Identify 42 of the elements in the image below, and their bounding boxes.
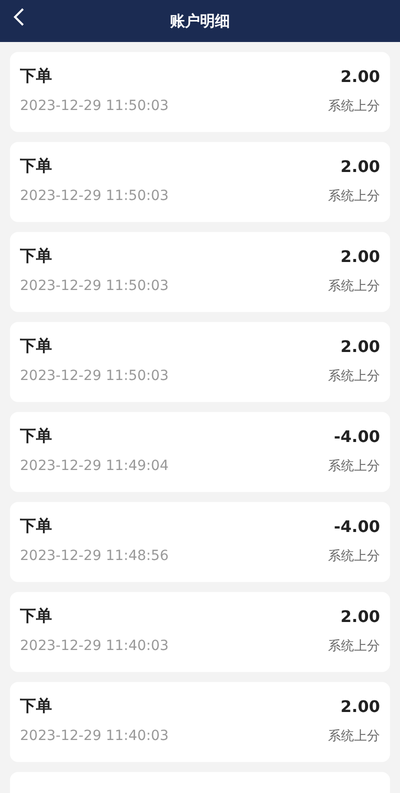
record-type: 下单 xyxy=(20,66,52,87)
record-time: 2023-12-29 11:48:56 xyxy=(20,548,169,564)
record-time: 2023-12-29 11:50:03 xyxy=(20,98,169,114)
record-amount: -4.00 xyxy=(334,427,380,446)
record-time: 2023-12-29 11:40:03 xyxy=(20,728,169,744)
record-card[interactable]: 下单 2.00 2023-12-29 11:50:03 系统上分 xyxy=(10,322,390,402)
record-type: 下单 xyxy=(20,516,52,537)
record-amount: 2.00 xyxy=(340,157,380,176)
record-amount: -4.00 xyxy=(334,517,380,536)
page-title: 账户明细 xyxy=(170,12,230,30)
record-amount: 2.00 xyxy=(340,697,380,716)
back-icon[interactable] xyxy=(12,6,26,28)
record-type: 下单 xyxy=(20,696,52,717)
record-note: 系统上分 xyxy=(328,548,380,565)
record-amount: 2.00 xyxy=(340,67,380,86)
record-note: 系统上分 xyxy=(328,638,380,655)
record-card[interactable]: 下单 2.00 2023-12-29 11:50:03 系统上分 xyxy=(10,52,390,132)
record-type: 下单 xyxy=(20,606,52,627)
record-note: 系统上分 xyxy=(328,98,380,115)
record-note: 系统上分 xyxy=(328,368,380,385)
record-type: 下单 xyxy=(20,426,52,447)
record-amount: 2.00 xyxy=(340,337,380,356)
record-note: 系统上分 xyxy=(328,728,380,745)
record-note: 系统上分 xyxy=(328,188,380,205)
record-note: 系统上分 xyxy=(328,278,380,295)
record-card[interactable]: 下单 2.00 2023-12-29 11:40:03 系统上分 xyxy=(10,592,390,672)
record-card[interactable]: 下单 -4.00 2023-12-29 11:48:56 系统上分 xyxy=(10,502,390,582)
record-note: 系统上分 xyxy=(328,458,380,475)
record-time: 2023-12-29 11:50:03 xyxy=(20,278,169,294)
record-amount: 2.00 xyxy=(340,607,380,626)
record-amount: 2.00 xyxy=(340,247,380,266)
record-type: 下单 xyxy=(20,246,52,267)
record-time: 2023-12-29 11:40:03 xyxy=(20,638,169,654)
record-time: 2023-12-29 11:49:04 xyxy=(20,458,169,474)
record-card[interactable]: 下单 2.00 2023-12-29 11:50:03 系统上分 xyxy=(10,232,390,312)
record-type: 下单 xyxy=(20,336,52,357)
record-card[interactable]: 下单 -4.00 2023-12-29 11:49:04 系统上分 xyxy=(10,412,390,492)
record-card[interactable]: 下单 2.00 2023-12-29 11:50:03 系统上分 xyxy=(10,142,390,222)
record-time: 2023-12-29 11:50:03 xyxy=(20,368,169,384)
record-time: 2023-12-29 11:50:03 xyxy=(20,188,169,204)
record-type: 下单 xyxy=(20,156,52,177)
record-card[interactable]: 下单 2.00 2023-12-29 11:40:03 系统上分 xyxy=(10,682,390,762)
